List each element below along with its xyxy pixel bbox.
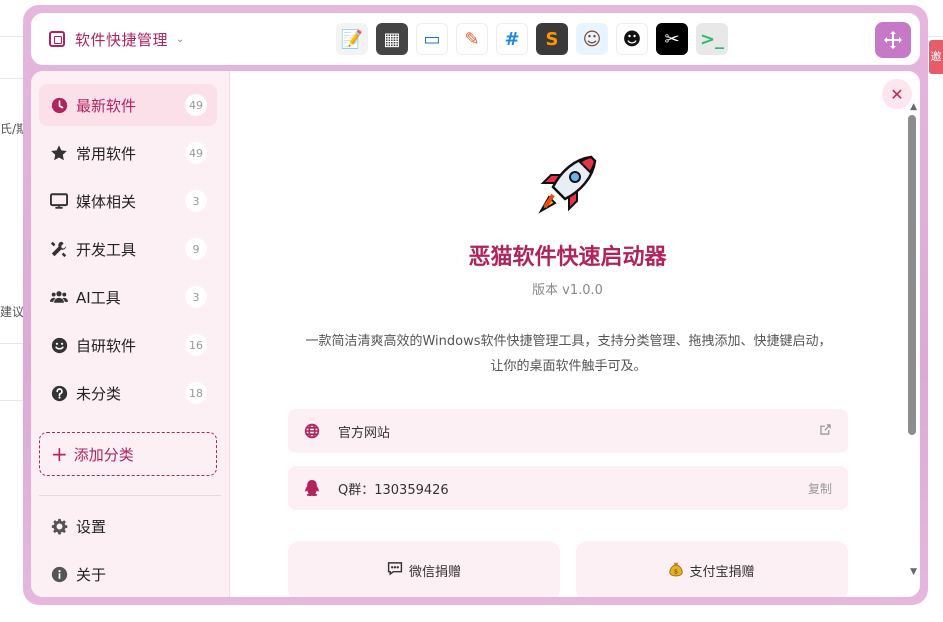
smile-icon [50, 336, 68, 354]
website-row[interactable]: 官方网站 [288, 409, 848, 453]
sidebar-item-settings[interactable]: 设置 [39, 505, 217, 547]
sidebar-item-about[interactable]: 关于 [39, 553, 217, 595]
dock-app-pen-tool-icon[interactable]: ✎ [456, 23, 488, 55]
qq-icon [302, 478, 322, 498]
move-arrows-icon [884, 31, 902, 49]
alipay-donate-label: 支付宝捐赠 [689, 565, 755, 580]
qq-group-label: Q群：130359426 [338, 482, 449, 498]
category-label: 未分类 [76, 384, 122, 403]
close-icon: ✕ [890, 84, 904, 104]
dock-app-window-icon[interactable]: ▭ [416, 23, 448, 55]
category-label: 媒体相关 [76, 192, 137, 211]
bg-badge[interactable]: 邀 [929, 40, 943, 74]
sidebar-item-category[interactable]: AI工具 3 [39, 276, 217, 318]
app-selector[interactable]: 软件快捷管理 ⌄ [49, 29, 184, 50]
add-category-label: 添加分类 [73, 445, 134, 464]
gear-icon [50, 517, 68, 535]
svg-text:$: $ [675, 569, 679, 576]
category-sidebar: 最新软件 49 常用软件 49 媒体相关 3 开发工具 9 AI工具 3 自研软件 16 未分类 18 +… [31, 71, 230, 597]
sidebar-item-category[interactable]: 常用软件 49 [39, 132, 217, 174]
qq-group-row: Q群：130359426 复制 [288, 466, 848, 510]
sidebar-divider [39, 495, 221, 496]
dock-app-sublime-icon[interactable]: S [536, 23, 568, 55]
scroll-down-arrow[interactable]: ▼ [910, 567, 917, 577]
wechat-donate-button[interactable]: 微信捐赠 [288, 541, 560, 597]
about-label: 关于 [76, 565, 107, 584]
users-icon [50, 288, 68, 306]
launcher-window: 软件快捷管理 ⌄ 📝 ▦ ▭ ✎ # S ☺ ☻ ✂ >_ 最新软件 49 常用软件 49 媒体相关 3 开发… [23, 5, 928, 605]
category-label: 开发工具 [76, 240, 137, 259]
category-label: 最新软件 [76, 96, 137, 115]
dock-app-panda-icon[interactable]: ☻ [616, 23, 648, 55]
category-label: AI工具 [76, 288, 121, 307]
main-panel: 最新软件 49 常用软件 49 媒体相关 3 开发工具 9 AI工具 3 自研软件 16 未分类 18 +… [31, 71, 920, 597]
top-bar: 软件快捷管理 ⌄ 📝 ▦ ▭ ✎ # S ☺ ☻ ✂ >_ [31, 13, 920, 65]
category-label: 常用软件 [76, 144, 137, 163]
category-count-badge: 9 [185, 238, 207, 260]
category-count-badge: 3 [185, 190, 207, 212]
about-content: ✕ ▲ ▼ 恶猫软件快速启动器 版本 v1.0.0 一款简洁清爽高效的Windo… [231, 71, 920, 597]
copy-button[interactable]: 复制 [808, 480, 832, 497]
category-count-badge: 49 [185, 142, 207, 164]
monitor-icon [50, 192, 68, 210]
settings-label: 设置 [76, 517, 107, 536]
clock-icon [50, 96, 68, 114]
chevron-down-icon: ⌄ [176, 33, 185, 45]
quick-launch-dock: 📝 ▦ ▭ ✎ # S ☺ ☻ ✂ >_ [336, 23, 728, 55]
scrollbar-thumb[interactable] [908, 115, 916, 435]
category-count-badge: 18 [185, 382, 207, 404]
chat-bubble-icon [387, 561, 403, 597]
globe-icon [302, 421, 322, 441]
app-version: 版本 v1.0.0 [532, 283, 603, 298]
app-logo-icon [49, 31, 65, 47]
add-category-button[interactable]: + 添加分类 [39, 432, 217, 476]
dock-app-capcut-icon[interactable]: ✂ [656, 23, 688, 55]
move-handle-button[interactable] [875, 22, 911, 58]
category-count-badge: 3 [185, 286, 207, 308]
rocket-icon [538, 155, 597, 214]
scroll-up-arrow[interactable]: ▲ [910, 102, 917, 112]
dock-app-calculator-icon[interactable]: ▦ [376, 23, 408, 55]
dock-app-chat-bot-icon[interactable]: >_ [696, 23, 728, 55]
category-count-badge: 16 [185, 334, 207, 356]
app-title: 软件快捷管理 [75, 30, 169, 49]
external-link-icon[interactable] [819, 423, 832, 439]
plus-icon: + [51, 442, 68, 466]
sidebar-item-category[interactable]: 媒体相关 3 [39, 180, 217, 222]
dock-app-avatar-girl-icon[interactable]: ☺ [576, 23, 608, 55]
sidebar-item-category[interactable]: 最新软件 49 [39, 84, 217, 126]
alipay-donate-button[interactable]: $ 支付宝捐赠 [576, 541, 848, 597]
app-description: 一款简洁清爽高效的Windows软件快捷管理工具，支持分类管理、拖拽添加、快捷键… [305, 334, 832, 374]
tools-icon [50, 240, 68, 258]
question-icon [50, 384, 68, 402]
website-label: 官方网站 [338, 425, 391, 441]
dock-app-notepad-icon[interactable]: 📝 [336, 23, 368, 55]
category-label: 自研软件 [76, 336, 137, 355]
star-icon [50, 144, 68, 162]
category-count-badge: 49 [185, 94, 207, 116]
wechat-donate-label: 微信捐赠 [408, 565, 461, 580]
app-name: 恶猫软件快速启动器 [468, 245, 667, 270]
sidebar-item-category[interactable]: 未分类 18 [39, 372, 217, 414]
sidebar-item-category[interactable]: 开发工具 9 [39, 228, 217, 270]
dock-app-hash-icon[interactable]: # [496, 23, 528, 55]
sidebar-item-category[interactable]: 自研软件 16 [39, 324, 217, 366]
info-icon [50, 565, 68, 583]
money-bag-icon: $ [669, 561, 684, 597]
